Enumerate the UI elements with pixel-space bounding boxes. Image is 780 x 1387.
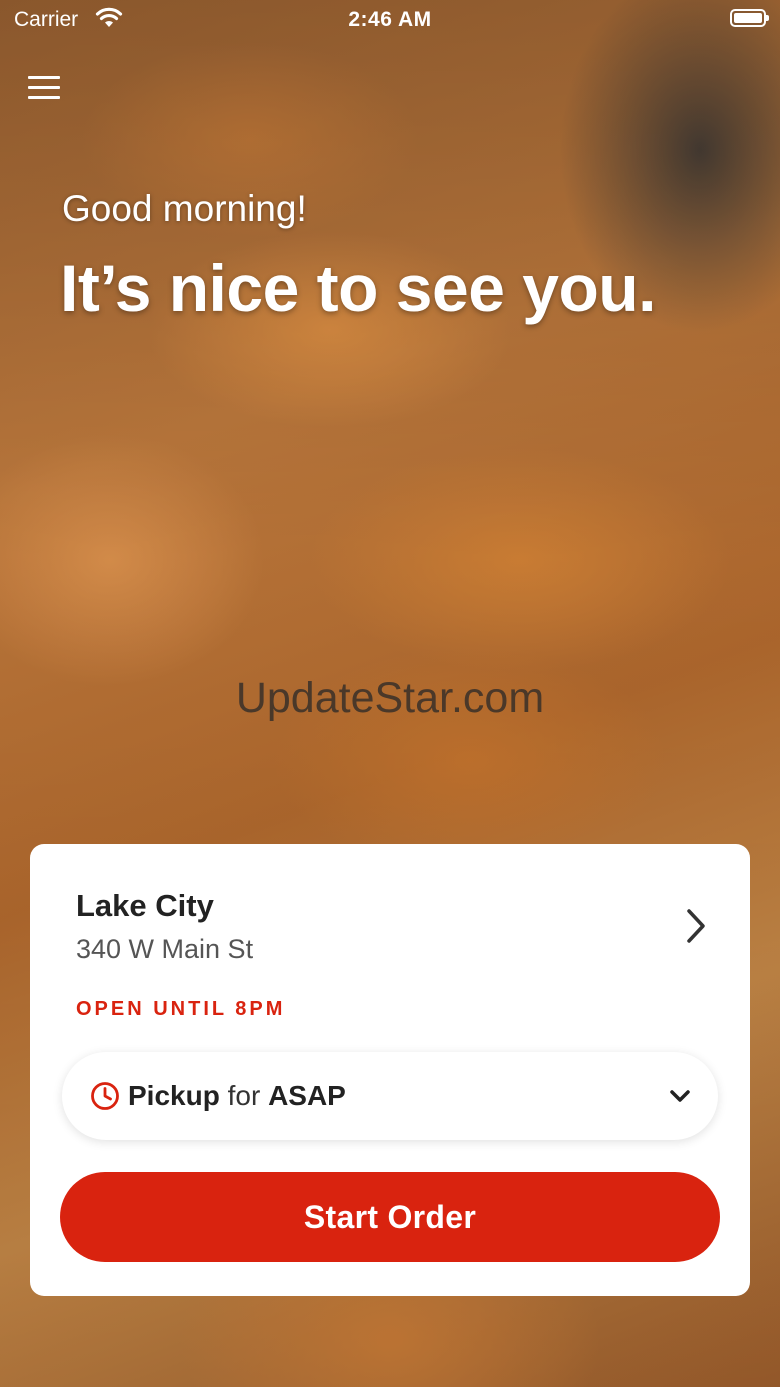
pickup-time-select[interactable]: Pickup for ASAP <box>62 1052 718 1140</box>
headline-text: It’s nice to see you. <box>60 251 656 325</box>
store-name: Lake City <box>76 888 214 923</box>
watermark: UpdateStar.com <box>235 674 545 722</box>
clock-icon <box>91 1082 119 1110</box>
status-time: 2:46 AM <box>348 8 432 31</box>
home-screen: Carrier 2:46 AM Good morning! It’s nice … <box>0 0 780 1387</box>
start-order-button[interactable]: Start Order <box>60 1172 720 1262</box>
battery-icon <box>730 9 769 27</box>
store-hours-status: OPEN UNTIL 8PM <box>76 998 286 1020</box>
chevron-down-icon <box>670 1090 690 1102</box>
pickup-summary: Pickup for ASAP <box>128 1080 346 1112</box>
status-bar: Carrier 2:46 AM <box>0 0 780 40</box>
store-selector[interactable]: Lake City 340 W Main St <box>76 884 716 974</box>
order-card: Lake City 340 W Main St OPEN UNTIL 8PM P… <box>30 844 750 1296</box>
greeting-text: Good morning! <box>62 188 307 229</box>
order-method: Pickup <box>128 1080 220 1111</box>
chevron-right-icon <box>687 909 705 943</box>
order-connector: for <box>227 1080 261 1111</box>
store-address: 340 W Main St <box>76 934 254 964</box>
menu-icon[interactable] <box>28 72 64 108</box>
order-time: ASAP <box>268 1080 346 1111</box>
